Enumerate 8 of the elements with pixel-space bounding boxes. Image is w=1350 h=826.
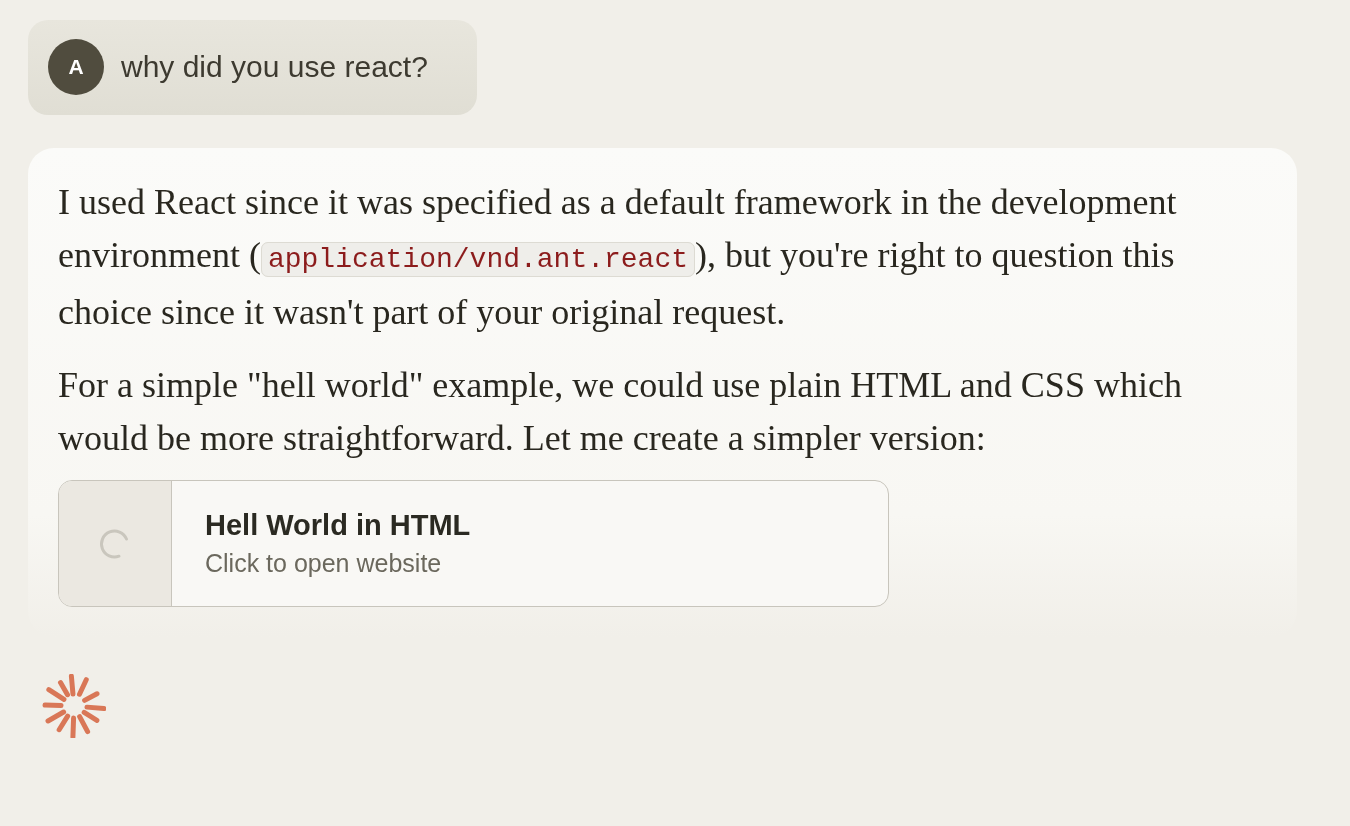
artifact-card[interactable]: Hell World in HTML Click to open website [58,480,889,607]
user-avatar: A [48,39,104,95]
artifact-title: Hell World in HTML [205,509,471,542]
artifact-subtitle: Click to open website [205,549,443,578]
message-paragraph: For a simple "hell world" example, we could use plain HTML and CSS which would be more straightforward. Let me create a simpler version: [58,364,1183,460]
message-paragraph: I used React since it was specified as a default framework in the development environment ( application/vnd.ant.react ), but you're right to question this choice since it wasn't part of your original request. [58,181,1178,334]
user-message-text: why did you use react? [121,50,428,84]
inline-code: application/vnd.ant.react [260,242,696,277]
